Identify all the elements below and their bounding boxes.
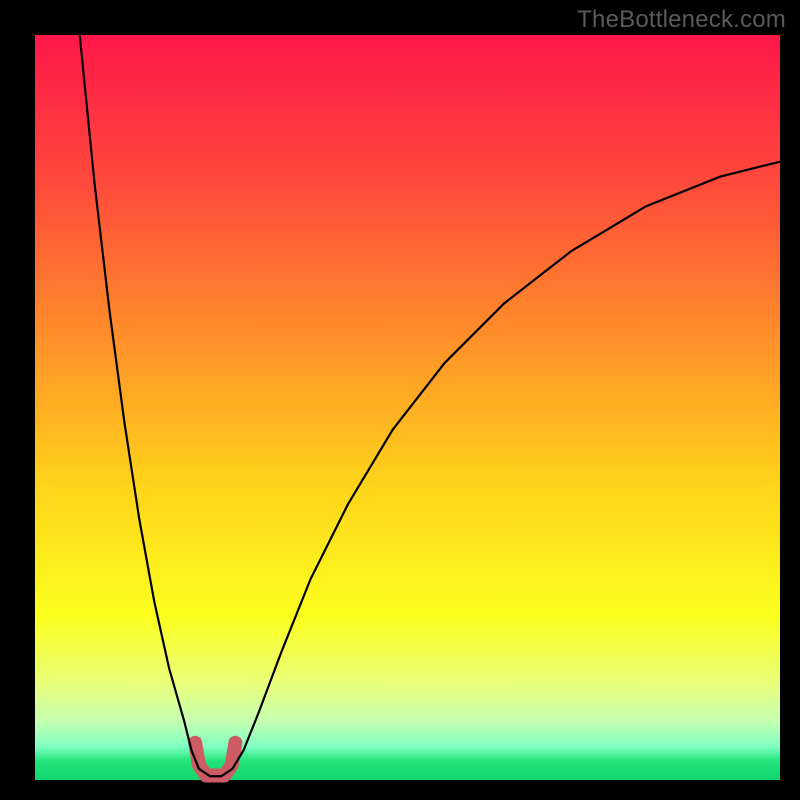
- chart-frame: TheBottleneck.com: [0, 0, 800, 800]
- chart-gradient-background: [35, 35, 780, 780]
- bottleneck-chart: [0, 0, 800, 800]
- watermark-label: TheBottleneck.com: [577, 6, 786, 34]
